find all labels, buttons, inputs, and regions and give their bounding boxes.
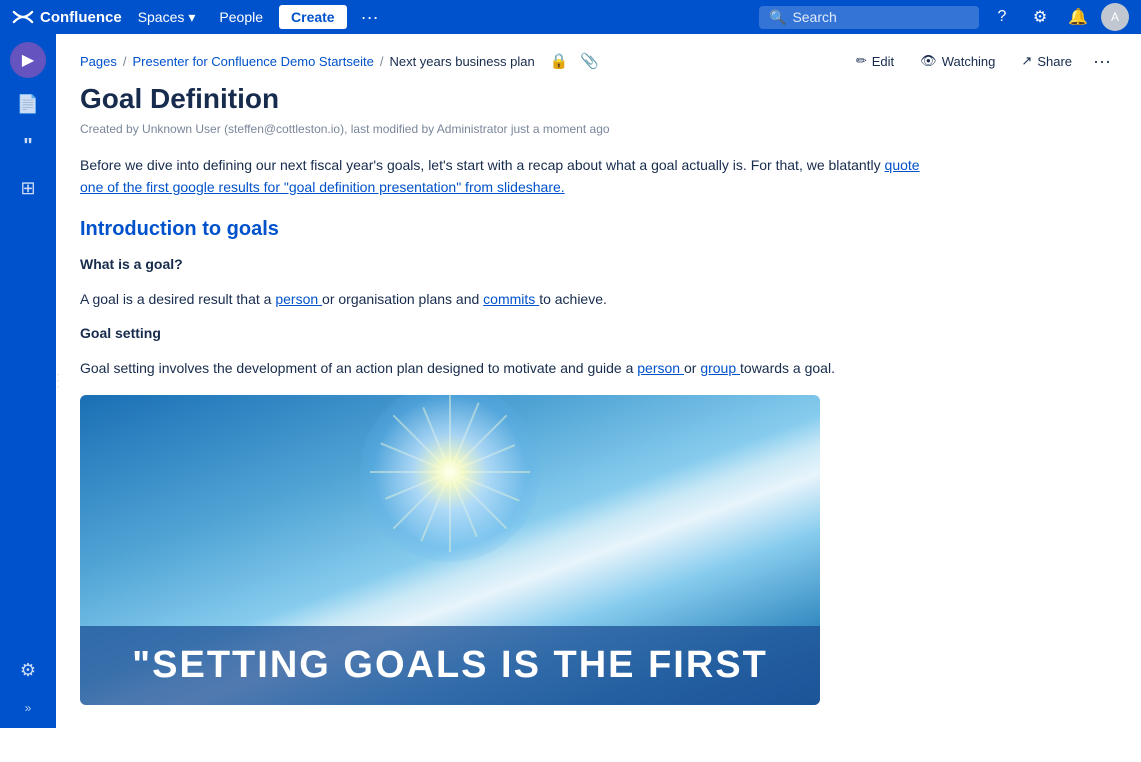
page-icon: 📄 [17,94,39,115]
top-navigation: Confluence Spaces ▾ People Create ··· 🔍 … [0,0,1141,34]
breadcrumb-pages[interactable]: Pages [80,54,117,69]
collapse-icon: » [25,701,32,715]
notifications-button[interactable]: 🔔 [1063,2,1093,32]
sidebar-collapse-button[interactable]: » [8,696,48,720]
notifications-icon: 🔔 [1068,7,1088,27]
edit-button[interactable]: ✏ Edit [845,48,905,74]
sidebar-settings[interactable]: ⚙ [8,650,48,690]
breadcrumb-sep-1: / [123,54,127,69]
breadcrumb-sep-2: / [380,54,384,69]
person2-link[interactable]: person [637,360,684,376]
section-heading-intro: Introduction to goals [80,218,932,241]
commits-link[interactable]: commits [483,291,539,307]
breadcrumb-icons: 🔒 📎 [547,51,602,71]
breadcrumb-space[interactable]: Presenter for Confluence Demo Startseite [133,54,374,69]
confluence-logo[interactable]: Confluence [12,6,122,28]
search-box[interactable]: 🔍 Search [759,6,979,29]
more-actions-icon: ··· [1093,51,1111,71]
topnav-more-button[interactable]: ··· [355,5,385,30]
attach-icon: 📎 [580,53,599,70]
quote-icon: " [23,135,32,158]
people-nav[interactable]: People [211,5,271,29]
sidebar-item-pages[interactable]: 📄 [8,84,48,124]
page-content: Goal Definition Created by Unknown User … [56,82,956,728]
content-area: Pages / Presenter for Confluence Demo St… [56,34,1141,728]
settings-button[interactable]: ⚙ [1025,2,1055,32]
restrict-icon: 🔒 [550,53,569,70]
table-icon: ⊞ [20,178,35,199]
person1-link[interactable]: person [275,291,322,307]
share-button[interactable]: ↗ Share [1010,48,1083,74]
page-body: Before we dive into defining our next fi… [80,154,932,705]
sidebar-presenter-icon[interactable]: ▶ [10,42,46,78]
settings-icon: ⚙ [1033,7,1047,27]
more-actions-button[interactable]: ··· [1087,49,1117,74]
attach-icon-button[interactable]: 📎 [577,51,602,71]
create-button[interactable]: Create [279,5,347,29]
page-meta: Created by Unknown User (steffen@cottles… [80,122,932,136]
image-caption-text: "SETTING GOALS IS THE FIRST [104,644,796,687]
resize-handle[interactable]: · · · [56,34,60,728]
settings-gear-icon: ⚙ [20,660,36,681]
breadcrumb-bar: Pages / Presenter for Confluence Demo St… [56,34,1141,82]
restrict-icon-button[interactable]: 🔒 [547,51,572,71]
subsection2-heading: Goal setting [80,322,932,344]
image-background: "SETTING GOALS IS THE FIRST [80,395,820,705]
sidebar-item-quotes[interactable]: " [8,126,48,166]
share-icon: ↗ [1021,53,1032,69]
watch-icon: 👁 [920,53,937,69]
breadcrumb-current-page: Next years business plan [389,54,534,69]
intro-paragraph: Before we dive into defining our next fi… [80,154,932,199]
goal-image-block: "SETTING GOALS IS THE FIRST [80,395,820,705]
image-caption-bar: "SETTING GOALS IS THE FIRST [80,626,820,705]
search-icon: 🔍 [769,9,786,26]
help-icon: ? [998,8,1007,26]
user-avatar[interactable]: A [1101,3,1129,31]
page-title: Goal Definition [80,82,932,116]
spaces-menu[interactable]: Spaces ▾ [130,5,204,30]
sidebar: ▶ 📄 " ⊞ ⚙ » [0,34,56,728]
help-button[interactable]: ? [987,2,1017,32]
page-actions: ✏ Edit 👁 Watching ↗ Share ··· [845,48,1117,74]
sidebar-item-tables[interactable]: ⊞ [8,168,48,208]
subsection1-heading: What is a goal? [80,253,932,275]
subsection2-body: Goal setting involves the development of… [80,357,932,379]
group-link[interactable]: group [700,360,740,376]
watch-button[interactable]: 👁 Watching [909,48,1006,74]
edit-icon: ✏ [856,53,867,69]
subsection1-body: A goal is a desired result that a person… [80,288,932,310]
